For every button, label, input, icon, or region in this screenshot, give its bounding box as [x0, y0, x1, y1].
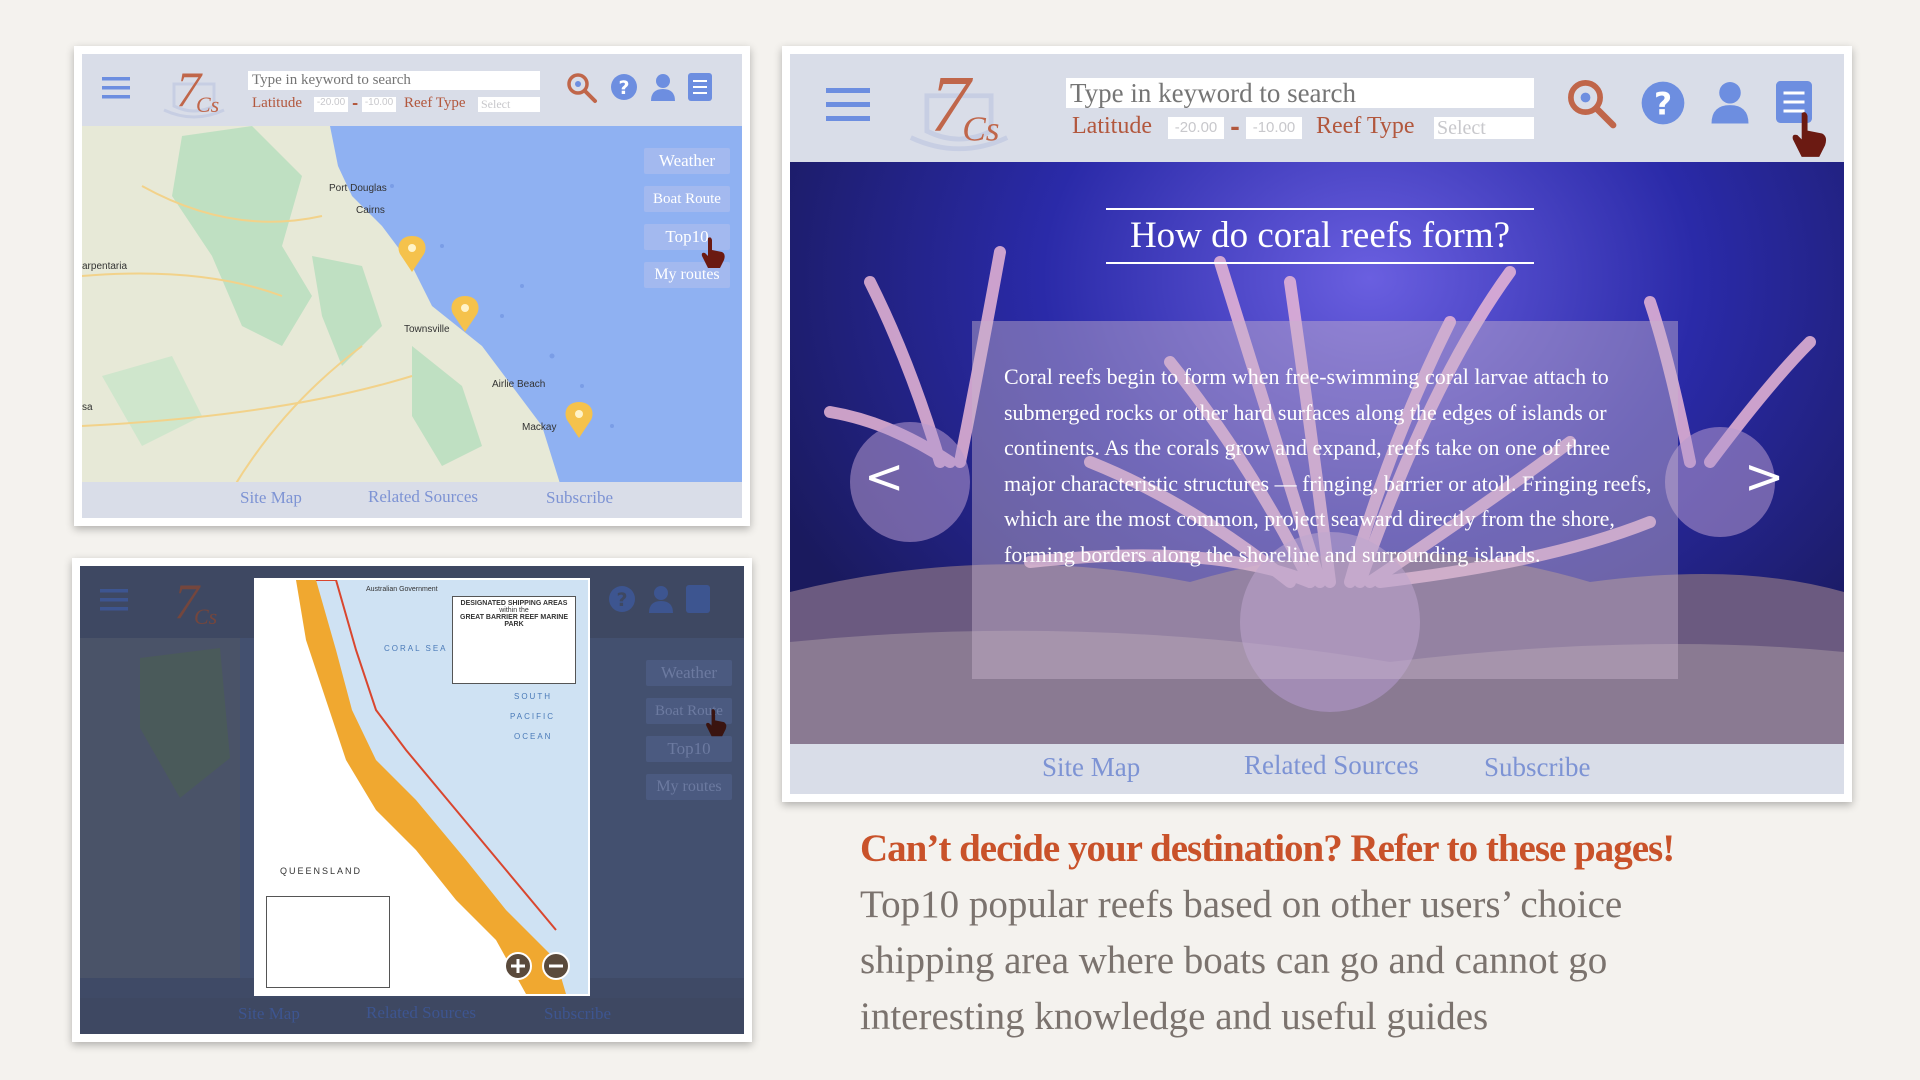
caption-line: shipping area where boats can go and can… [860, 939, 1608, 982]
sea-label: CORAL SEA [384, 644, 448, 653]
logo-icon: 7 Cs [174, 573, 217, 629]
my-routes-button: My routes [646, 774, 732, 800]
subscribe-link[interactable]: Subscribe [546, 488, 613, 508]
reef-type-select[interactable]: Select [1434, 117, 1534, 139]
hand-cursor-icon [701, 237, 725, 268]
article-title: How do coral reefs form? [1129, 215, 1511, 256]
place-label: Port Douglas [329, 183, 387, 194]
weather-button: Weather [646, 660, 732, 686]
subscribe-link: Subscribe [544, 1004, 612, 1023]
latitude-max-field[interactable]: -10.00 [362, 97, 396, 112]
search-input[interactable] [1066, 78, 1534, 108]
footer-bar: Site Map Related Sources Subscribe [790, 744, 1844, 794]
reef-type-select[interactable]: Select [478, 97, 540, 112]
site-map-link: Site Map [238, 1004, 300, 1023]
land-label: QUEENSLAND [280, 866, 363, 876]
inset-map [266, 896, 390, 988]
shipping-areas-map[interactable]: DESIGNATED SHIPPING AREAS within the GRE… [254, 578, 590, 996]
map-screen: 7 Cs Latitude -20.00 - -10.00 Reef Type … [74, 46, 750, 526]
help-icon: ? [609, 586, 635, 612]
hand-cursor-icon [1792, 112, 1827, 157]
article-body: Coral reefs begin to form when free-swim… [1004, 364, 1652, 567]
place-label: Cairns [356, 205, 385, 216]
related-sources-link[interactable]: Related Sources [1244, 750, 1419, 781]
weather-button[interactable]: Weather [644, 148, 730, 174]
latitude-min-field[interactable]: -20.00 [314, 97, 348, 112]
logo-icon[interactable]: 7 Cs [902, 54, 1016, 160]
header-bar: 7 Cs Latitude -20.00 - -10.00 Reef Type … [790, 54, 1844, 162]
subscribe-link[interactable]: Subscribe [1484, 752, 1590, 783]
place-label: Airlie Beach [492, 379, 546, 390]
latitude-label: Latitude [1072, 113, 1152, 139]
sea-label: OCEAN [514, 732, 553, 741]
site-map-link[interactable]: Site Map [1042, 752, 1140, 783]
search-icon[interactable] [566, 72, 598, 104]
svg-text:?: ? [1654, 87, 1672, 123]
top10-button: Top10 [646, 736, 732, 762]
agency-label: Australian Government [366, 586, 438, 593]
caption-line: interesting knowledge and useful guides [860, 995, 1489, 1038]
sea-label: SOUTH [514, 692, 552, 701]
notes-icon[interactable] [688, 73, 712, 101]
menu-icon [100, 589, 128, 611]
svg-text:Cs: Cs [194, 604, 217, 629]
range-dash: - [352, 94, 359, 112]
next-slide-button[interactable]: > [1744, 449, 1784, 505]
latitude-label: Latitude [252, 95, 302, 111]
help-icon[interactable]: ? [1640, 80, 1686, 126]
user-icon[interactable] [1710, 80, 1750, 124]
legend-subtitle: within the [499, 607, 529, 614]
footer-bar-dimmed: Site Map Related Sources Subscribe [80, 998, 744, 1034]
legend-title: DESIGNATED SHIPPING AREAS [460, 600, 568, 607]
place-label: Mackay [522, 422, 557, 433]
place-label: Townsville [404, 324, 450, 335]
hand-cursor-icon [706, 709, 727, 737]
shipping-screen: 7 Cs ? Weather Boat Route Top10 My route… [72, 558, 752, 1042]
sea-label: PACIFIC [510, 712, 555, 721]
place-label: sa [82, 402, 93, 413]
article-screen: 7 Cs Latitude -20.00 - -10.00 Reef Type … [782, 46, 1852, 802]
footer-bar: Site Map Related Sources Subscribe [82, 482, 742, 518]
zoom-out-icon[interactable] [542, 952, 570, 980]
map-legend-box: DESIGNATED SHIPPING AREAS within the GRE… [452, 596, 576, 684]
related-sources-link[interactable]: Related Sources [368, 487, 478, 507]
reef-type-label: Reef Type [1316, 113, 1415, 139]
range-dash: - [1230, 112, 1240, 141]
reef-type-label: Reef Type [404, 95, 466, 111]
user-icon [649, 586, 673, 613]
related-sources-link: Related Sources [366, 1003, 476, 1022]
search-input[interactable] [248, 71, 540, 90]
svg-text:Cs: Cs [962, 110, 999, 149]
svg-text:Cs: Cs [196, 92, 219, 117]
help-icon[interactable]: ? [610, 73, 638, 101]
region-map[interactable] [82, 126, 742, 490]
prev-slide-button[interactable]: < [864, 449, 904, 505]
site-map-link[interactable]: Site Map [240, 488, 302, 508]
latitude-min-field[interactable]: -20.00 [1168, 117, 1224, 139]
latitude-max-field[interactable]: -10.00 [1246, 117, 1302, 139]
svg-text:?: ? [618, 77, 629, 99]
notes-icon [686, 585, 710, 613]
caption-headline: Can’t decide your destination? Refer to … [860, 827, 1675, 870]
title-rule-top [1106, 208, 1534, 210]
title-rule-bottom [1106, 262, 1534, 264]
logo-icon[interactable]: 7 Cs [160, 58, 228, 124]
menu-icon[interactable] [826, 86, 870, 124]
caption-line: Top10 popular reefs based on other users… [860, 883, 1623, 926]
user-icon[interactable] [650, 73, 676, 101]
place-label: arpentaria [82, 261, 128, 272]
search-icon[interactable] [1566, 78, 1618, 130]
article-text-panel: Coral reefs begin to form when free-swim… [972, 321, 1678, 679]
boat-route-button[interactable]: Boat Route [644, 186, 730, 212]
legend-park: GREAT BARRIER REEF MARINE PARK [460, 614, 568, 628]
menu-icon[interactable] [102, 76, 130, 100]
svg-text:?: ? [616, 589, 627, 611]
zoom-in-icon[interactable] [504, 952, 532, 980]
header-bar: 7 Cs Latitude -20.00 - -10.00 Reef Type … [82, 54, 742, 126]
